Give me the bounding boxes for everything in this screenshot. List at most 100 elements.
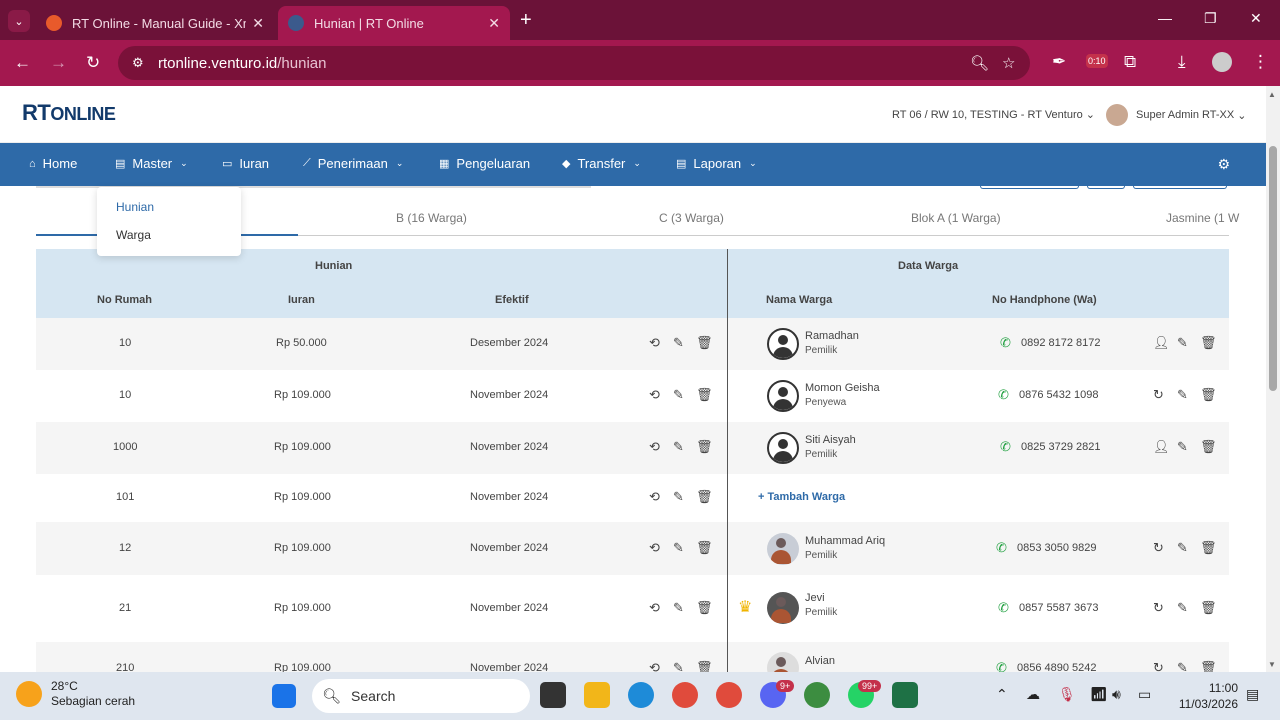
delete-icon[interactable]: 🗑︎ <box>1200 439 1217 455</box>
reset-icon[interactable]: ↻ <box>1153 540 1164 556</box>
feather-extension-icon[interactable]: ✒ <box>1052 52 1066 72</box>
delete-icon[interactable]: 🗑︎ <box>1200 387 1217 403</box>
browser-tab-hunian[interactable]: Hunian | RT Online ✕ <box>278 6 510 40</box>
whatsapp-icon[interactable]: ✆ <box>996 660 1007 672</box>
close-tab-icon[interactable]: ✕ <box>488 15 500 32</box>
chrome-alt-icon[interactable] <box>804 682 830 708</box>
delete-icon[interactable]: 🗑︎ <box>696 540 713 556</box>
edit-icon[interactable]: ✎ <box>673 660 684 672</box>
edit-icon[interactable]: ✎ <box>673 335 684 351</box>
back-icon[interactable]: ← <box>14 53 31 73</box>
onedrive-icon[interactable]: ☁ <box>1026 686 1040 703</box>
whatsapp-icon[interactable]: ✆ <box>998 387 1009 403</box>
close-window-icon[interactable]: ✕ <box>1250 10 1262 27</box>
rt-online-logo[interactable]: RTONLINE <box>22 100 116 129</box>
settings-gear-icon[interactable]: ⚙ <box>1217 156 1230 173</box>
delete-icon[interactable]: 🗑︎ <box>696 387 713 403</box>
user-menu[interactable]: Super Admin RT-XX ⌄ <box>1106 104 1247 126</box>
bookmark-star-icon[interactable]: ☆ <box>1002 54 1015 72</box>
notification-icon[interactable]: ▤ <box>1246 686 1259 703</box>
menu-icon[interactable]: ⋮ <box>1252 52 1269 72</box>
nav-penerimaan[interactable]: ⟋ Penerimaan ⌄ <box>303 156 403 171</box>
edit-icon[interactable]: ✎ <box>673 600 684 616</box>
scroll-down-icon[interactable]: ▼ <box>1268 660 1276 669</box>
reset-icon[interactable]: ↻ <box>1153 660 1164 672</box>
extensions-icon[interactable]: ⧉ <box>1124 52 1136 72</box>
delete-icon[interactable]: 🗑︎ <box>1200 600 1217 616</box>
menu-item-hunian[interactable]: Hunian <box>116 200 154 214</box>
nav-laporan[interactable]: ▤ Laporan ⌄ <box>676 156 757 171</box>
edit-icon[interactable]: ✎ <box>673 387 684 403</box>
reload-icon[interactable]: ↻ <box>86 53 100 73</box>
toolbar-button-edge[interactable] <box>980 186 1079 189</box>
edit-icon[interactable]: ✎ <box>1177 540 1188 556</box>
taskbar-search[interactable]: 🔍︎ Search <box>312 679 530 713</box>
delete-icon[interactable]: 🗑︎ <box>696 439 713 455</box>
excel-icon[interactable] <box>892 682 918 708</box>
delete-icon[interactable]: 🗑︎ <box>696 660 713 672</box>
tray-chevron-icon[interactable]: ⌃ <box>996 686 1008 703</box>
whatsapp-icon[interactable]: ✆ <box>1000 439 1011 455</box>
site-info-icon[interactable]: ⚙ <box>132 55 148 71</box>
delete-icon[interactable]: 🗑︎ <box>696 335 713 351</box>
rt-selector[interactable]: RT 06 / RW 10, TESTING - RT Venturo ⌄ <box>892 108 1095 121</box>
page-scrollbar[interactable]: ▲ ▼ <box>1266 86 1280 672</box>
minimize-icon[interactable]: — <box>1158 10 1172 26</box>
task-view-icon[interactable] <box>540 682 566 708</box>
tab-block-a[interactable]: Blok A (1 Warga) <box>911 211 1001 225</box>
history-icon[interactable]: ⟲ <box>649 540 660 556</box>
add-user-icon[interactable]: 👤︎ <box>1153 335 1170 351</box>
whatsapp-icon[interactable]: ✆ <box>1000 335 1011 351</box>
address-bar[interactable]: ⚙ rtonline.venturo.id/hunian 🔍︎ ☆ <box>118 46 1030 80</box>
wifi-icon[interactable]: 📶︎ <box>1090 686 1108 703</box>
add-user-icon[interactable]: 👤︎ <box>1153 439 1170 455</box>
history-icon[interactable]: ⟲ <box>649 600 660 616</box>
scroll-up-icon[interactable]: ▲ <box>1268 90 1276 99</box>
tab-block-c[interactable]: C (3 Warga) <box>659 211 724 225</box>
tab-block-jasmine[interactable]: Jasmine (1 W <box>1166 211 1239 225</box>
download-icon[interactable]: ⤓ <box>1178 52 1186 72</box>
nav-home[interactable]: ⌂ Home <box>29 156 77 171</box>
tab-search-button[interactable]: ⌄ <box>8 10 30 32</box>
windows-start-icon[interactable] <box>272 684 296 708</box>
timer-extension-icon[interactable]: 0:10 <box>1086 54 1108 68</box>
battery-icon[interactable]: ▭ <box>1138 686 1151 703</box>
history-icon[interactable]: ⟲ <box>649 660 660 672</box>
add-warga-link[interactable]: + Tambah Warga <box>758 491 845 503</box>
reset-icon[interactable]: ↻ <box>1153 600 1164 616</box>
edit-icon[interactable]: ✎ <box>1177 387 1188 403</box>
edit-icon[interactable]: ✎ <box>1177 600 1188 616</box>
edit-icon[interactable]: ✎ <box>673 540 684 556</box>
edit-icon[interactable]: ✎ <box>1177 335 1188 351</box>
delete-icon[interactable]: 🗑︎ <box>1200 660 1217 672</box>
whatsapp-icon[interactable]: ✆ <box>996 540 1007 556</box>
history-icon[interactable]: ⟲ <box>649 387 660 403</box>
toolbar-button-edge[interactable] <box>1133 186 1227 189</box>
nav-transfer[interactable]: ◆ Transfer ⌄ <box>562 156 641 171</box>
edge-icon[interactable] <box>628 682 654 708</box>
reset-icon[interactable]: ↻ <box>1153 387 1164 403</box>
edit-icon[interactable]: ✎ <box>1177 660 1188 672</box>
toolbar-button-edge[interactable] <box>1087 186 1125 189</box>
chrome-profile-icon[interactable] <box>672 682 698 708</box>
weather-widget[interactable]: 28°C Sebagian cerah <box>16 679 135 709</box>
menu-item-warga[interactable]: Warga <box>116 228 151 242</box>
clock[interactable]: 11:00 11/03/2026 <box>1172 680 1238 712</box>
edit-icon[interactable]: ✎ <box>673 439 684 455</box>
delete-icon[interactable]: 🗑︎ <box>1200 335 1217 351</box>
whatsapp-icon[interactable]: ✆ <box>998 600 1009 616</box>
edit-icon[interactable]: ✎ <box>1177 439 1188 455</box>
close-tab-icon[interactable]: ✕ <box>252 15 264 32</box>
scrollbar-thumb[interactable] <box>1269 146 1277 391</box>
file-explorer-icon[interactable] <box>584 682 610 708</box>
zoom-icon[interactable]: 🔍︎ <box>970 54 989 72</box>
edit-icon[interactable]: ✎ <box>673 489 684 505</box>
history-icon[interactable]: ⟲ <box>649 439 660 455</box>
delete-icon[interactable]: 🗑︎ <box>696 489 713 505</box>
browser-tab-manual-guide[interactable]: RT Online - Manual Guide - Xm ✕ <box>36 6 274 40</box>
microphone-icon[interactable]: 🎙︎ <box>1058 686 1076 703</box>
new-tab-icon[interactable]: + <box>520 9 532 32</box>
nav-master[interactable]: ▤ Master ⌄ <box>115 156 188 171</box>
tab-block-b[interactable]: B (16 Warga) <box>396 211 467 225</box>
nav-pengeluaran[interactable]: ▦ Pengeluaran <box>439 156 530 171</box>
